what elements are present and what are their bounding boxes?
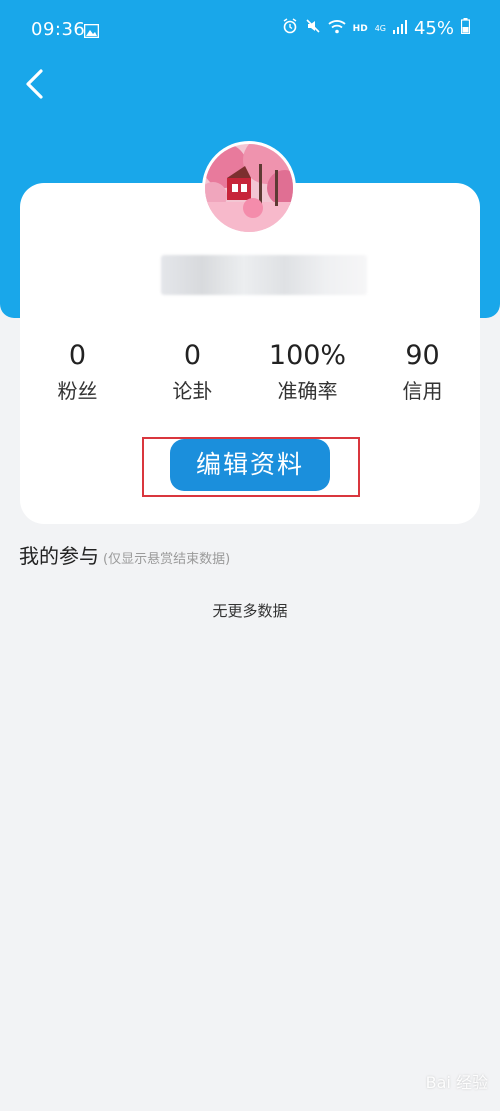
back-button[interactable] — [20, 67, 54, 101]
stat-credit[interactable]: 90 信用 — [365, 338, 480, 406]
4g-icon: 4G — [374, 23, 386, 33]
battery-icon — [460, 18, 471, 39]
wifi-icon — [328, 18, 346, 39]
avatar[interactable] — [202, 141, 296, 235]
username-blurred — [161, 255, 367, 295]
battery-percent: 45% — [413, 18, 454, 39]
status-icons: HD 4G 45% — [282, 18, 471, 39]
mute-icon — [305, 18, 321, 39]
signal-icon — [392, 18, 407, 39]
participation-title: 我的参与 — [19, 544, 99, 568]
stat-discussions-value: 0 — [183, 340, 202, 371]
status-time: 09:36 — [31, 19, 86, 40]
participation-subtitle: (仅显示悬赏结束数据) — [103, 552, 231, 567]
stat-credit-value: 90 — [405, 340, 440, 371]
stat-accuracy-label: 准确率 — [277, 379, 338, 403]
stat-accuracy[interactable]: 100% 准确率 — [250, 338, 365, 406]
stat-accuracy-value: 100% — [268, 340, 347, 371]
chevron-left-icon — [26, 69, 43, 99]
stats-row: 0 粉丝 0 论卦 100% 准确率 90 信用 — [20, 338, 480, 418]
participation-heading: 我的参与 (仅显示悬赏结束数据) — [19, 540, 230, 569]
gallery-icon — [83, 22, 100, 43]
stat-discussions-label: 论卦 — [172, 379, 213, 403]
watermark: Bai 经验 — [425, 1073, 488, 1092]
hd-icon: HD — [352, 23, 368, 34]
status-bar: 09:36 HD 4G 45% — [0, 0, 500, 60]
stat-fans-label: 粉丝 — [57, 379, 98, 403]
stat-credit-label: 信用 — [402, 379, 443, 403]
stat-discussions[interactable]: 0 论卦 — [135, 338, 250, 406]
alarm-icon — [282, 18, 298, 39]
stat-fans-value: 0 — [68, 340, 87, 371]
stat-fans[interactable]: 0 粉丝 — [20, 338, 135, 406]
empty-state-text: 无更多数据 — [212, 602, 288, 620]
edit-profile-button[interactable]: 编辑资料 — [170, 439, 330, 491]
